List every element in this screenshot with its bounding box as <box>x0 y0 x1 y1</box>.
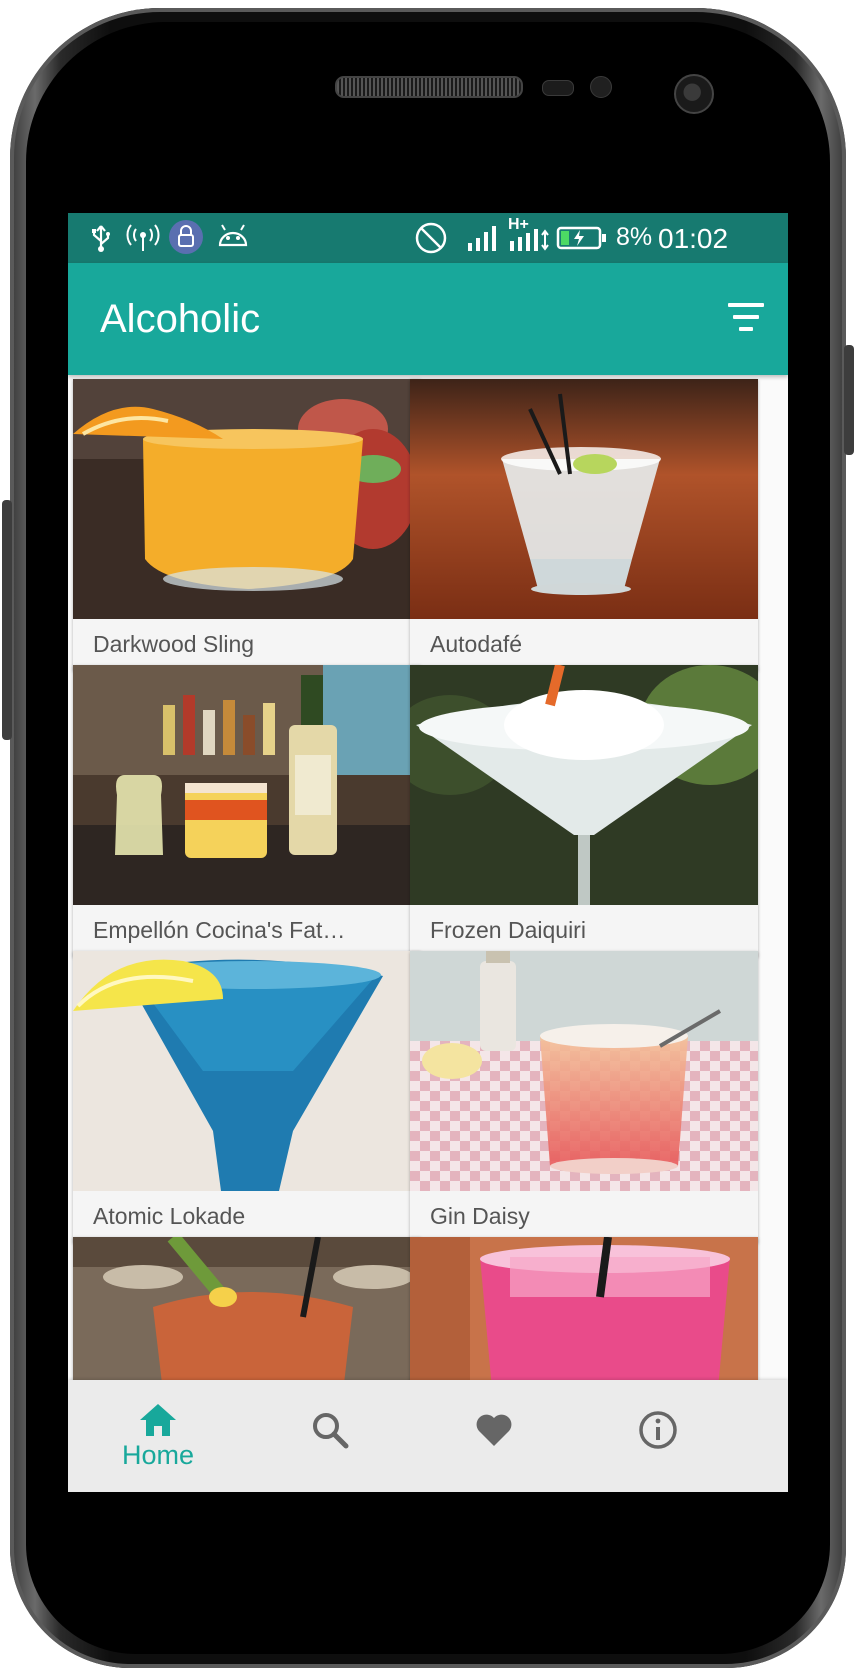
filter-icon <box>728 303 764 307</box>
drink-name: Darkwood Sling <box>93 631 255 657</box>
drink-name: Autodafé <box>430 631 523 657</box>
wifi-hotspot-icon <box>126 224 160 251</box>
power-button <box>844 345 854 455</box>
drink-image <box>73 665 421 905</box>
data-signal-icon <box>510 229 549 251</box>
search-icon <box>313 1413 349 1449</box>
filter-icon-line <box>733 315 759 319</box>
do-not-disturb-icon <box>415 222 447 254</box>
app-bar: Alcoholic <box>68 263 788 375</box>
nav-info[interactable] <box>568 1380 748 1492</box>
lock-icon <box>169 220 203 254</box>
nav-search[interactable] <box>240 1380 420 1492</box>
signal-icon <box>468 226 496 251</box>
usb-icon <box>92 225 110 252</box>
android-debug-icon <box>218 224 248 247</box>
proximity-sensor <box>542 80 574 96</box>
home-icon <box>140 1404 176 1436</box>
nav-favorites[interactable] <box>404 1380 584 1492</box>
drink-image <box>410 665 758 905</box>
drink-image <box>410 951 758 1191</box>
drink-name: Atomic Lokade <box>93 1203 246 1229</box>
heart-icon <box>476 1414 512 1446</box>
page-title: Alcoholic <box>100 297 261 341</box>
drink-name: Frozen Daiquiri <box>430 917 586 943</box>
battery-charging-icon <box>556 226 606 250</box>
drink-card[interactable]: Darkwood Sling <box>73 379 421 671</box>
screen: H+ 8% 01:02 Alcoholic Darkwood Sling Aut… <box>68 213 788 1492</box>
drink-image <box>73 951 421 1191</box>
battery-percent: 8% <box>616 223 653 251</box>
filter-button[interactable] <box>720 301 764 337</box>
filter-icon-line <box>739 327 753 331</box>
drink-card[interactable]: Empellón Cocina's Fat… <box>73 665 421 957</box>
bottom-navigation: Home <box>68 1380 788 1492</box>
drink-image <box>410 379 758 619</box>
drink-name: Empellón Cocina's Fat… <box>93 917 346 943</box>
status-bar: H+ 8% 01:02 <box>68 213 788 263</box>
clock: 01:02 <box>658 223 729 254</box>
nav-home-label: Home <box>121 1440 195 1470</box>
drink-image <box>73 379 421 619</box>
drink-card[interactable]: Gin Daisy <box>410 951 758 1243</box>
drink-card[interactable]: Autodafé <box>410 379 758 671</box>
info-icon <box>639 1411 677 1449</box>
light-sensor <box>590 76 612 98</box>
earpiece-speaker <box>335 76 523 98</box>
front-camera <box>674 74 714 114</box>
drink-name: Gin Daisy <box>430 1203 530 1229</box>
nav-home[interactable]: Home <box>68 1380 248 1492</box>
drink-card[interactable]: Frozen Daiquiri <box>410 665 758 957</box>
volume-button <box>2 500 12 740</box>
drink-card[interactable]: Atomic Lokade <box>73 951 421 1243</box>
